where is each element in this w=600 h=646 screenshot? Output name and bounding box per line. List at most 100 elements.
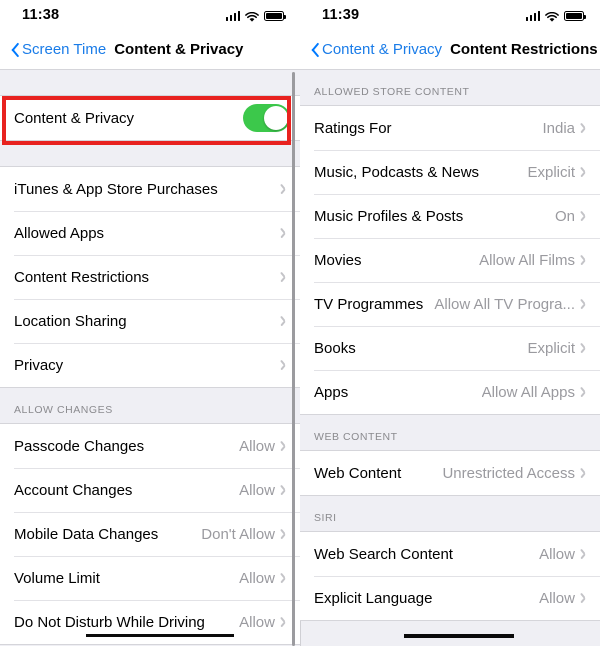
row-passcode-changes[interactable]: Passcode Changes Allow [0, 424, 300, 468]
row-value: Explicit [527, 163, 575, 181]
row-explicit-language[interactable]: Explicit Language Allow [300, 576, 600, 620]
siri-group: Web Search Content Allow Explicit Langua… [300, 531, 600, 621]
status-bar: 11:38 [0, 0, 300, 30]
row-label: Apps [314, 383, 349, 401]
row-tv-programmes[interactable]: TV Programmes Allow All TV Progra... [300, 282, 600, 326]
back-button-label[interactable]: Content & Privacy [322, 41, 442, 58]
row-label: Content Restrictions [14, 268, 150, 286]
row-value: On [554, 207, 575, 225]
chevron-right-icon [282, 183, 290, 196]
row-label: Do Not Disturb While Driving [14, 613, 205, 631]
row-do-not-disturb-while-driving[interactable]: Do Not Disturb While Driving Allow [0, 600, 300, 644]
chevron-right-icon [582, 592, 590, 605]
row-value: Allow [539, 589, 575, 607]
navigation-bar: Screen Time Content & Privacy [0, 30, 300, 70]
content-privacy-switch[interactable] [243, 104, 290, 132]
redaction-bar [404, 634, 514, 638]
row-value: Allow [539, 545, 575, 563]
row-label: Web Search Content [314, 545, 453, 563]
chevron-right-icon [282, 572, 290, 585]
row-value: India [542, 119, 575, 137]
row-label: Account Changes [14, 481, 133, 499]
row-web-search-content[interactable]: Web Search Content Allow [300, 532, 600, 576]
cellular-signal-icon [525, 10, 540, 21]
wifi-icon [545, 10, 559, 22]
allowed-store-content-group: Ratings For India Music, Podcasts & News… [300, 105, 600, 415]
page-title: Content & Privacy [114, 41, 244, 58]
chevron-right-icon [282, 440, 290, 453]
row-value: Explicit [527, 339, 575, 357]
row-label: Privacy [14, 356, 64, 374]
main-options-group: iTunes & App Store Purchases Allowed App… [0, 166, 300, 388]
row-value: Don't Allow [201, 525, 275, 543]
section-header-allow-changes: ALLOW CHANGES [0, 388, 300, 423]
row-volume-limit[interactable]: Volume Limit Allow [0, 556, 300, 600]
section-header-web-content: WEB CONTENT [300, 415, 600, 450]
row-label: TV Programmes [314, 295, 424, 313]
chevron-right-icon [582, 166, 590, 179]
status-bar-icons [525, 10, 586, 22]
row-value: Allow [239, 569, 275, 587]
row-label: Music, Podcasts & News [314, 163, 480, 181]
row-ratings-for[interactable]: Ratings For India [300, 106, 600, 150]
chevron-right-icon [282, 484, 290, 497]
row-accessory: Allow [239, 570, 290, 587]
row-accessory [282, 271, 290, 284]
chevron-left-icon[interactable] [8, 41, 19, 59]
status-bar-icons [225, 10, 286, 22]
row-account-changes[interactable]: Account Changes Allow [0, 468, 300, 512]
back-button-label[interactable]: Screen Time [22, 41, 106, 58]
row-label: Books [314, 339, 356, 357]
row-privacy[interactable]: Privacy [0, 343, 300, 387]
row-allowed-apps[interactable]: Allowed Apps [0, 211, 300, 255]
row-accessory: Allow All Apps [482, 384, 590, 401]
chevron-right-icon [582, 210, 590, 223]
settings-list: Content & Privacy iTunes & App Store Pur… [0, 70, 300, 645]
redaction-bar [86, 634, 234, 637]
row-value: Allow [239, 437, 275, 455]
chevron-right-icon [582, 254, 590, 267]
row-web-content[interactable]: Web Content Unrestricted Access [300, 451, 600, 495]
row-music-profiles-posts[interactable]: Music Profiles & Posts On [300, 194, 600, 238]
vertical-scrollbar[interactable] [292, 72, 295, 646]
row-accessory: Allow [239, 482, 290, 499]
chevron-right-icon [582, 342, 590, 355]
list-spacer [0, 141, 300, 166]
chevron-left-icon[interactable] [308, 41, 319, 59]
row-content-restrictions[interactable]: Content Restrictions [0, 255, 300, 299]
chevron-right-icon [282, 315, 290, 328]
web-content-group: Web Content Unrestricted Access [300, 450, 600, 496]
row-accessory [282, 315, 290, 328]
chevron-right-icon [282, 359, 290, 372]
list-spacer [0, 70, 300, 95]
row-label: Ratings For [314, 119, 392, 137]
row-value: Allow All Films [479, 251, 575, 269]
right-phone-panel: 11:39 Content & Privacy Content Restrict… [300, 0, 600, 646]
row-apps[interactable]: Apps Allow All Apps [300, 370, 600, 414]
row-movies[interactable]: Movies Allow All Films [300, 238, 600, 282]
row-label: Passcode Changes [14, 437, 145, 455]
row-accessory: Allow [539, 590, 590, 607]
row-value: Allow All TV Progra... [434, 295, 575, 313]
section-header-allowed-store-content: ALLOWED STORE CONTENT [300, 70, 600, 105]
battery-full-icon [564, 10, 586, 21]
row-accessory: Don't Allow [201, 526, 290, 543]
row-value: Unrestricted Access [442, 464, 575, 482]
row-location-sharing[interactable]: Location Sharing [0, 299, 300, 343]
chevron-right-icon [282, 227, 290, 240]
page-title: Content Restrictions [450, 41, 598, 58]
chevron-right-icon [282, 616, 290, 629]
row-accessory: Allow All TV Progra... [434, 296, 590, 313]
row-content-and-privacy-toggle[interactable]: Content & Privacy [0, 96, 300, 140]
chevron-right-icon [582, 548, 590, 561]
row-accessory: Allow [539, 546, 590, 563]
row-music-podcasts-news[interactable]: Music, Podcasts & News Explicit [300, 150, 600, 194]
row-accessory: India [542, 120, 590, 137]
row-itunes-app-store-purchases[interactable]: iTunes & App Store Purchases [0, 167, 300, 211]
row-label: iTunes & App Store Purchases [14, 180, 218, 198]
settings-list: ALLOWED STORE CONTENT Ratings For India … [300, 70, 600, 621]
row-mobile-data-changes[interactable]: Mobile Data Changes Don't Allow [0, 512, 300, 556]
row-label: Web Content [314, 464, 402, 482]
section-header-siri: SIRI [300, 496, 600, 531]
row-books[interactable]: Books Explicit [300, 326, 600, 370]
